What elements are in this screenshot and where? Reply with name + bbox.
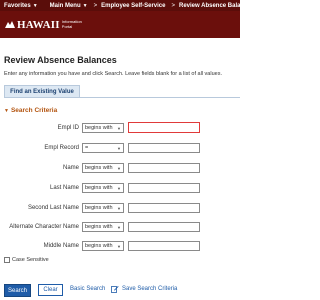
- save-search-criteria-link[interactable]: Save Search Criteria: [111, 285, 177, 293]
- breadcrumb-separator: >: [171, 2, 175, 9]
- chevron-down-icon: ▼: [117, 185, 121, 191]
- case-sensitive-label: Case Sensitive: [12, 257, 49, 263]
- triangle-down-icon: ▼: [4, 107, 9, 114]
- name-operator-value: begins with: [85, 165, 113, 171]
- page-title: Review Absence Balances: [4, 55, 117, 65]
- chevron-down-icon: ▼: [117, 205, 121, 211]
- basic-search-link[interactable]: Basic Search: [70, 286, 105, 292]
- logo-subtext-line2: Portal: [61, 23, 73, 29]
- tab-divider: [4, 97, 240, 98]
- last-name-label: Last Name: [49, 185, 79, 191]
- alternate-character-name-operator-select[interactable]: begins with ▼: [82, 222, 124, 232]
- empl-id-input[interactable]: [128, 122, 200, 133]
- search-criteria-heading: Search Criteria: [10, 107, 58, 114]
- chevron-down-icon: ▼: [117, 125, 121, 131]
- favorites-menu[interactable]: Favorites ▼: [0, 3, 38, 9]
- instructions-text: Enter any information you have and click…: [4, 71, 222, 77]
- second-last-name-operator-value: begins with: [85, 205, 113, 211]
- empl-record-operator-select[interactable]: = ▼: [82, 143, 124, 153]
- empl-record-label: Empl Record: [44, 145, 79, 151]
- chevron-down-icon: ▼: [117, 145, 121, 151]
- breadcrumb-current-page: Review Absence Balances: [179, 2, 255, 9]
- breadcrumb-employee-self-service[interactable]: Employee Self-Service: [97, 3, 165, 9]
- empl-record-operator-value: =: [85, 145, 89, 151]
- search-criteria-toggle[interactable]: ▼ Search Criteria: [4, 107, 57, 114]
- chevron-down-icon: ▼: [117, 165, 121, 171]
- name-operator-select[interactable]: begins with ▼: [82, 163, 124, 173]
- top-nav-bar: Favorites ▼ Main Menu ▼ > Employee Self-…: [0, 0, 254, 11]
- empl-id-label: Empl ID: [57, 125, 79, 131]
- clear-button[interactable]: Clear: [38, 284, 63, 296]
- search-button[interactable]: Search: [4, 284, 31, 297]
- islands-logo-icon: [5, 21, 15, 28]
- name-input[interactable]: [128, 163, 200, 173]
- breadcrumb-separator: >: [93, 2, 98, 9]
- middle-name-operator-value: begins with: [85, 243, 113, 249]
- header-banner: HAWAII Information Portal: [0, 11, 240, 38]
- chevron-down-icon: ▼: [117, 224, 121, 230]
- middle-name-input[interactable]: [128, 241, 200, 251]
- empl-id-operator-select[interactable]: begins with ▼: [82, 123, 124, 133]
- empl-record-input[interactable]: [128, 143, 200, 153]
- save-search-criteria-label: Save Search Criteria: [122, 286, 178, 292]
- main-menu-label: Main Menu: [49, 2, 81, 9]
- case-sensitive-option: Case Sensitive: [4, 257, 49, 263]
- favorites-label: Favorites: [4, 2, 31, 9]
- empl-id-operator-value: begins with: [85, 125, 113, 131]
- alternate-character-name-operator-value: begins with: [85, 224, 113, 230]
- second-last-name-input[interactable]: [128, 203, 200, 213]
- name-label: Name: [62, 165, 79, 171]
- last-name-input[interactable]: [128, 183, 200, 193]
- alternate-character-name-input[interactable]: [128, 222, 200, 232]
- middle-name-operator-select[interactable]: begins with ▼: [82, 241, 124, 251]
- second-last-name-operator-select[interactable]: begins with ▼: [82, 203, 124, 213]
- middle-name-label: Middle Name: [43, 243, 79, 249]
- last-name-operator-select[interactable]: begins with ▼: [82, 183, 124, 193]
- chevron-down-icon: ▼: [117, 243, 121, 249]
- logo-subtext: Information Portal: [61, 19, 82, 29]
- last-name-operator-value: begins with: [85, 185, 113, 191]
- case-sensitive-checkbox[interactable]: [4, 257, 10, 263]
- tab-find-existing-value[interactable]: Find an Existing Value: [4, 85, 80, 97]
- second-last-name-label: Second Last Name: [27, 205, 79, 211]
- logo-text: HAWAII: [17, 18, 60, 31]
- edit-icon: [111, 286, 119, 293]
- main-menu[interactable]: Main Menu ▼: [38, 3, 88, 9]
- hawaii-portal-logo[interactable]: HAWAII Information Portal: [4, 11, 82, 38]
- alternate-character-name-label: Alternate Character Name: [9, 224, 79, 230]
